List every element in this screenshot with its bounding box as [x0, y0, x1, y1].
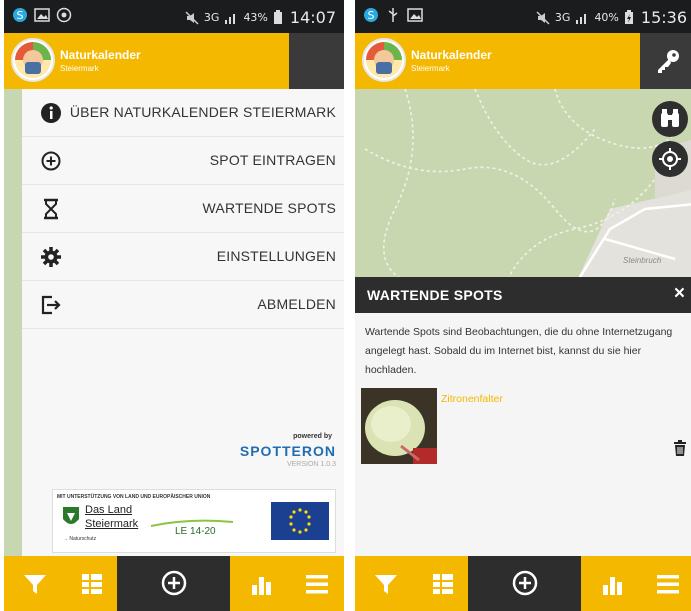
- binoculars-button[interactable]: [652, 101, 688, 137]
- sponsor-banner: MIT UNTERSTÜTZUNG VON LAND UND EUROPÄISC…: [52, 489, 336, 553]
- left-screen: S 3G 43% 14:07 Naturkalender Steiermark: [4, 0, 344, 611]
- powered-by-text: powered by: [293, 433, 332, 440]
- map-place-label: Steinbruch: [623, 256, 662, 265]
- coat-of-arms-icon: [63, 507, 79, 524]
- status-bar: S 3G 43% 14:07: [4, 0, 344, 33]
- add-circle-icon: [161, 570, 187, 596]
- skype-icon: S: [364, 8, 378, 22]
- filter-icon[interactable]: [373, 571, 399, 597]
- sponsor-le-logo: LE 14-20: [175, 526, 216, 537]
- logo-avatar-icon: [15, 42, 51, 78]
- menu-item-label: EINSTELLUNGEN: [216, 248, 336, 264]
- app-subtitle: Steiermark: [60, 64, 99, 73]
- statistics-icon[interactable]: [249, 571, 275, 597]
- version-text: VERSION 1.0.3: [286, 461, 336, 468]
- menu-item-settings[interactable]: EINSTELLUNGEN: [22, 233, 344, 281]
- menu-item-about[interactable]: ÜBER NATURKALENDER STEIERMARK: [22, 89, 344, 137]
- menu-item-label: ÜBER NATURKALENDER STEIERMARK: [69, 104, 336, 120]
- status-time: 14:07: [289, 8, 336, 27]
- add-spot-tab[interactable]: [468, 556, 581, 611]
- add-circle-icon: [512, 570, 538, 596]
- key-icon: [658, 50, 679, 73]
- menu-icon[interactable]: [304, 571, 330, 597]
- bottom-nav: [4, 556, 344, 611]
- sponsor-naturschutz: → Naturschutz: [63, 536, 97, 542]
- add-spot-tab[interactable]: [117, 556, 230, 611]
- skype-icon: S: [13, 8, 27, 22]
- menu-icon[interactable]: [655, 571, 681, 597]
- status-time: 15:36: [640, 8, 687, 27]
- svg-text:S: S: [368, 9, 375, 22]
- logout-icon: [41, 295, 61, 315]
- header-right-area: [289, 33, 344, 89]
- trash-icon[interactable]: [673, 440, 687, 456]
- info-icon: [41, 103, 61, 123]
- status-bar: S 3G 40% 15:36: [355, 0, 691, 33]
- image-icon: [34, 8, 50, 22]
- login-key-button[interactable]: [640, 33, 691, 89]
- menu-item-label: ABMELDEN: [257, 296, 336, 312]
- svg-text:S: S: [17, 9, 24, 22]
- signal-icon: [225, 13, 236, 24]
- close-icon[interactable]: ×: [674, 283, 685, 305]
- map-edge: [4, 89, 22, 556]
- binoculars-icon: [661, 109, 679, 127]
- bottom-nav: [355, 556, 691, 611]
- mute-icon: [185, 10, 199, 25]
- battery-icon: [273, 10, 282, 24]
- battery-percent: 40%: [594, 11, 619, 24]
- usb-icon: [388, 8, 398, 22]
- gear-icon: [41, 247, 61, 267]
- app-subtitle: Steiermark: [411, 64, 450, 73]
- side-menu: ÜBER NATURKALENDER STEIERMARK SPOT EINTR…: [22, 89, 344, 556]
- list-view-icon[interactable]: [79, 571, 105, 597]
- spot-thumbnail[interactable]: [361, 388, 437, 464]
- dialog-title: WARTENDE SPOTS: [367, 287, 503, 303]
- battery-charging-icon: [624, 10, 633, 24]
- menu-item-waiting-spots[interactable]: WARTENDE SPOTS: [22, 185, 344, 233]
- battery-percent: 43%: [243, 11, 268, 24]
- spot-name-link[interactable]: Zitronenfalter: [441, 393, 503, 405]
- list-view-icon[interactable]: [430, 571, 456, 597]
- signal-icon: [576, 13, 587, 24]
- app-title: Naturkalender: [60, 48, 141, 62]
- app-logo[interactable]: [362, 38, 406, 82]
- network-type: 3G: [554, 11, 571, 24]
- eu-flag: [271, 502, 329, 540]
- dialog-description: Wartende Spots sind Beobachtungen, die d…: [365, 326, 673, 376]
- whatsapp-icon: [56, 7, 72, 23]
- add-location-icon: [41, 151, 61, 171]
- sponsor-land-line1: Das Land: [85, 504, 133, 516]
- filter-icon[interactable]: [22, 571, 48, 597]
- sponsor-land-line2: Steiermark: [85, 518, 139, 530]
- network-type: 3G: [203, 11, 220, 24]
- eu-stars-icon: [289, 508, 311, 534]
- menu-item-logout[interactable]: ABMELDEN: [22, 281, 344, 329]
- app-title: Naturkalender: [411, 48, 492, 62]
- hourglass-icon: [44, 198, 58, 220]
- logo-avatar-icon: [366, 42, 402, 78]
- locate-button[interactable]: [652, 141, 688, 177]
- butterfly-photo: [361, 388, 437, 464]
- menu-item-label: WARTENDE SPOTS: [202, 200, 336, 216]
- menu-item-add-spot[interactable]: SPOT EINTRAGEN: [22, 137, 344, 185]
- mute-icon: [536, 10, 550, 25]
- spotteron-logo: SPOTTERON: [239, 443, 336, 459]
- statistics-icon[interactable]: [600, 571, 626, 597]
- dialog-header: WARTENDE SPOTS ×: [355, 277, 691, 313]
- dialog-body: Wartende Spots sind Beobachtungen, die d…: [355, 313, 691, 556]
- crosshair-icon: [659, 148, 681, 170]
- right-screen: S 3G 40% 15:36 Naturkalender Steiermark: [355, 0, 691, 611]
- image-icon: [407, 8, 423, 22]
- app-logo[interactable]: [11, 38, 55, 82]
- menu-item-label: SPOT EINTRAGEN: [209, 152, 336, 168]
- sponsor-heading: MIT UNTERSTÜTZUNG VON LAND UND EUROPÄISC…: [57, 494, 211, 500]
